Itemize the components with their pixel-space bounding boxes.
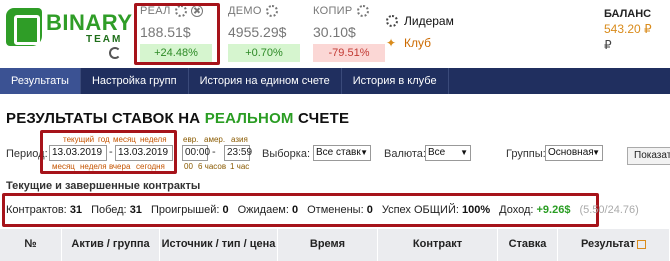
stat-label: Доход: — [499, 204, 534, 216]
logo-mark-icon — [6, 8, 42, 46]
stat-losses: Проигрышей: 0 — [151, 204, 229, 216]
title-suffix: СЧЕТЕ — [293, 110, 350, 127]
time-quick-00[interactable]: 00 — [184, 162, 193, 171]
stat-label: Контрактов: — [6, 204, 67, 216]
col-contract[interactable]: Контракт — [378, 229, 498, 261]
groups-value: Основная — [548, 147, 594, 158]
highlight-frame-period — [40, 130, 177, 174]
time-to-input[interactable]: 23:59 — [224, 145, 252, 161]
chevron-down-icon: ▼ — [592, 148, 600, 157]
club-icon: ✦ — [386, 36, 397, 50]
col-result[interactable]: Результат — [558, 229, 670, 261]
ruble-icon[interactable]: ₽ — [604, 38, 652, 52]
leaders-link[interactable]: Лидерам — [386, 12, 454, 30]
stat-income: Доход: +9.26$ — [499, 204, 570, 216]
chevron-down-icon: ▼ — [360, 148, 368, 157]
time-quick-1h[interactable]: 1 час — [230, 162, 249, 171]
tab-results[interactable]: Результаты — [0, 68, 81, 94]
filters: Период: текущий год месяц неделя 13.03.2… — [0, 130, 670, 176]
gear-icon[interactable] — [356, 5, 369, 17]
stat-value: 0 — [292, 204, 299, 216]
club-label: Клуб — [404, 36, 431, 50]
sample-value: Все ставк — [316, 147, 361, 158]
contracts-title: Текущие и завершенные контракты — [6, 180, 201, 192]
col-source[interactable]: Источник / тип / цена — [160, 229, 278, 261]
stat-value: 31 — [129, 204, 142, 216]
stat-success: Успех ОБЩИЙ: 100% — [382, 204, 490, 216]
stat-value: +9.26$ — [536, 204, 571, 216]
stat-label: Ожидаем: — [237, 204, 289, 216]
title-highlight: РЕАЛЬНОМ — [204, 110, 294, 127]
stat-value: 0 — [366, 204, 373, 216]
account-amount: 4955.29$ — [228, 24, 287, 40]
account-title: КОПИР — [313, 5, 353, 17]
account-copier[interactable]: КОПИР 30.10$ -79.51% — [313, 4, 393, 62]
balance-value: 543.20 ₽ — [604, 22, 652, 36]
sample-select[interactable]: Все ставк ▼ — [313, 145, 371, 161]
account-demo[interactable]: ДЕМО 4955.29$ +0.70% — [228, 4, 308, 62]
currency-value: Все — [428, 147, 446, 158]
time-quick-6h[interactable]: 6 часов — [198, 162, 226, 171]
groups-label: Группы: — [506, 148, 546, 160]
stat-wins: Побед: 31 — [91, 204, 142, 216]
title-prefix: РЕЗУЛЬТАТЫ СТАВОК НА — [6, 110, 205, 127]
logo-subtext: TEAM — [86, 34, 123, 45]
account-title: ДЕМО — [228, 5, 262, 17]
col-number[interactable]: № — [0, 229, 62, 261]
logo-text: BINARY — [46, 10, 133, 35]
time-separator: - — [212, 146, 216, 158]
stat-label: Отменены: — [307, 204, 364, 216]
sample-label: Выборка: — [262, 148, 311, 160]
stat-value: 0 — [222, 204, 229, 216]
side-links: Лидерам ✦ Клуб — [386, 12, 454, 56]
show-button[interactable]: Показат — [627, 147, 670, 165]
logo[interactable]: BINARY TEAM — [6, 8, 132, 59]
stat-value: 100% — [462, 204, 491, 216]
account-amount: 30.10$ — [313, 24, 356, 40]
balance-label: БАЛАНС — [604, 8, 652, 20]
leaders-label: Лидерам — [404, 14, 454, 28]
refresh-icon[interactable] — [109, 47, 121, 59]
stat-pending: Ожидаем: 0 — [238, 204, 299, 216]
groups-select[interactable]: Основная ▼ — [545, 145, 603, 161]
tab-unified-history[interactable]: История на едином счете — [189, 68, 342, 94]
gear-icon[interactable] — [265, 5, 278, 17]
gear-icon — [386, 15, 398, 27]
col-result-label: Результат — [580, 238, 636, 250]
club-link[interactable]: ✦ Клуб — [386, 34, 454, 52]
time-from-input[interactable]: 00:00 — [182, 145, 210, 161]
main-nav: Результаты Настройка групп История на ед… — [0, 68, 670, 94]
highlight-frame-account — [134, 3, 220, 65]
col-time[interactable]: Время — [278, 229, 378, 261]
session-amer[interactable]: амер. — [204, 135, 225, 144]
stat-label: Побед: — [91, 204, 127, 216]
tab-club-history[interactable]: История в клубе — [342, 68, 449, 94]
stats-row: Контрактов: 31 Побед: 31 Проигрышей: 0 О… — [6, 204, 639, 216]
stat-label: Проигрышей: — [150, 204, 220, 216]
stat-value: 31 — [69, 204, 83, 216]
session-asia[interactable]: азия — [231, 135, 248, 144]
col-stake[interactable]: Ставка — [498, 229, 558, 261]
col-asset[interactable]: Актив / группа — [62, 229, 160, 261]
table-header: № Актив / группа Источник / тип / цена В… — [0, 229, 670, 261]
chevron-down-icon: ▼ — [460, 148, 468, 157]
stat-label: Успех ОБЩИЙ: — [381, 204, 459, 216]
account-delta: +0.70% — [228, 44, 300, 62]
balance: БАЛАНС 543.20 ₽ ₽ — [604, 8, 652, 52]
stat-income-extra: (5.50/24.76) — [579, 204, 639, 216]
stat-canceled: Отменены: 0 — [307, 204, 373, 216]
currency-label: Валюта: — [384, 148, 426, 160]
session-eur[interactable]: евр. — [183, 135, 198, 144]
currency-select[interactable]: Все ▼ — [425, 145, 471, 161]
stat-contracts: Контрактов: 31 — [6, 204, 82, 216]
tab-group-settings[interactable]: Настройка групп — [81, 68, 189, 94]
header: BINARY TEAM РЕАЛ 188.51$ +24.48% ДЕМО 49… — [0, 0, 670, 66]
info-icon[interactable] — [637, 239, 647, 249]
account-delta: -79.51% — [313, 44, 385, 62]
page-title: РЕЗУЛЬТАТЫ СТАВОК НА РЕАЛЬНОМ СЧЕТЕ — [6, 110, 349, 127]
